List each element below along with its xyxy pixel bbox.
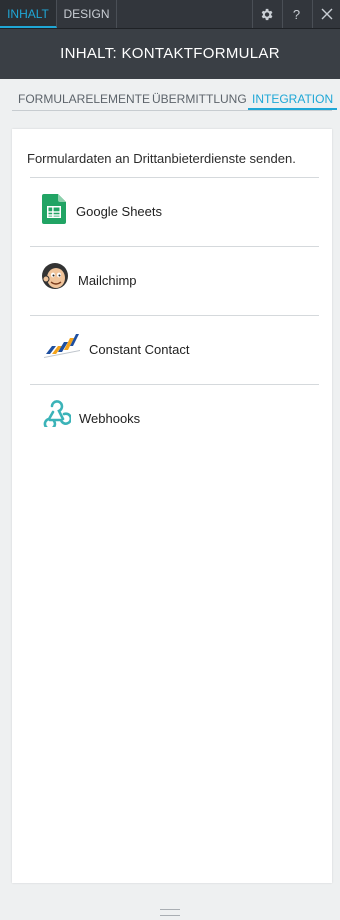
integration-constant-contact[interactable]: Constant Contact xyxy=(30,316,319,382)
tab-design[interactable]: DESIGN xyxy=(57,0,117,28)
integration-label: Google Sheets xyxy=(76,204,163,219)
tab-uebermittlung[interactable]: ÜBERMITTLUNG xyxy=(152,88,247,110)
close-button[interactable] xyxy=(312,0,340,28)
webhooks-icon xyxy=(43,400,71,427)
help-icon: ? xyxy=(292,6,301,22)
close-icon xyxy=(321,8,332,20)
tab-integration[interactable]: INTEGRATION xyxy=(248,88,338,110)
gear-icon xyxy=(261,8,273,20)
settings-button[interactable] xyxy=(252,0,280,28)
integration-label: Constant Contact xyxy=(89,342,190,357)
integration-label: Webhooks xyxy=(79,411,141,426)
constant-contact-icon xyxy=(44,334,80,358)
tab-formularelemente[interactable]: FORMULARELEMENTE xyxy=(18,88,150,110)
help-button[interactable]: ? xyxy=(282,0,310,28)
integration-webhooks[interactable]: Webhooks xyxy=(30,385,319,451)
integration-label: Mailchimp xyxy=(78,273,137,288)
integration-mailchimp[interactable]: Mailchimp xyxy=(30,247,319,313)
integration-panel: Formulardaten an Drittanbieterdienste se… xyxy=(12,129,332,883)
google-sheets-icon xyxy=(42,194,66,224)
intro-text: Formulardaten an Drittanbieterdienste se… xyxy=(27,151,296,166)
top-bar: INHALT DESIGN ? xyxy=(0,0,340,29)
sub-tabs: FORMULARELEMENTE ÜBERMITTLUNG INTEGRATIO… xyxy=(12,84,338,111)
resize-handle[interactable] xyxy=(160,909,180,916)
tab-inhalt[interactable]: INHALT xyxy=(0,0,57,28)
page-title: INHALT: KONTAKTFORMULAR xyxy=(0,29,340,79)
mailchimp-icon xyxy=(42,263,68,289)
integration-google-sheets[interactable]: Google Sheets xyxy=(30,178,319,244)
